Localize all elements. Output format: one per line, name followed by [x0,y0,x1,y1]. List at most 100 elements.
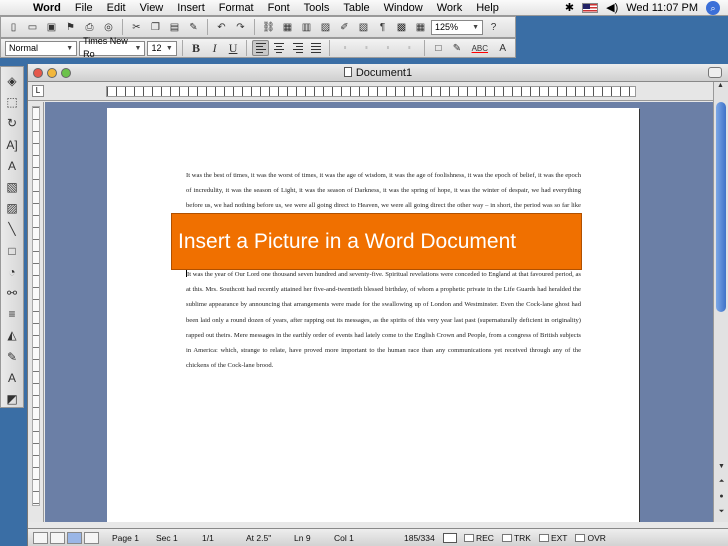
text-box-icon[interactable]: A] [3,137,21,153]
menu-table[interactable]: Table [336,2,376,14]
fill-color-icon[interactable]: ◭ [3,327,21,343]
toolbar-toggle-icon[interactable] [708,67,722,78]
bullets-icon[interactable]: ≡ [357,40,376,56]
scroll-thumb[interactable] [716,102,726,312]
clip-art-icon[interactable]: ▧ [3,179,21,195]
menu-edit[interactable]: Edit [100,2,133,14]
save-icon[interactable]: ▣ [43,19,60,35]
connector-icon[interactable]: ⚯ [3,285,21,301]
scroll-controls: ▼ ⏶ ● ⏷ [715,463,728,520]
menu-view[interactable]: View [133,2,171,14]
window-titlebar[interactable]: Document1 [28,64,728,82]
font-color-tool-icon[interactable]: A [3,370,21,386]
align-left-icon[interactable] [252,40,269,56]
align-right-icon[interactable] [289,40,306,56]
menu-work[interactable]: Work [430,2,469,14]
status-col: Col 1 [334,532,354,543]
gallery-icon[interactable]: ▦ [412,19,429,35]
paragraph-2[interactable]: It was the year of Our Lord one thousand… [186,267,581,373]
next-page-icon[interactable]: ⏷ [715,508,728,520]
picture-icon[interactable]: ▨ [3,200,21,216]
decrease-indent-icon[interactable]: ≡ [378,40,397,56]
bold-button[interactable]: B [188,40,205,56]
numbering-icon[interactable]: ≡ [335,40,354,56]
justify-icon[interactable] [308,40,325,56]
clock[interactable]: Wed 11:07 PM [626,2,698,14]
highlight-icon[interactable]: ✎ [449,40,466,56]
paste-icon[interactable]: ▤ [166,19,183,35]
font-size-select[interactable]: 12 ▼ [147,40,177,56]
redo-icon[interactable]: ↷ [232,19,249,35]
menu-word[interactable]: Word [26,2,68,14]
menu-font[interactable]: Font [261,2,297,14]
horizontal-ruler[interactable] [106,86,636,97]
menu-help[interactable]: Help [469,2,506,14]
spelling-status-icon[interactable] [443,532,457,543]
page-layout-icon[interactable] [67,531,82,544]
tables-borders-icon[interactable]: ▦ [279,19,296,35]
browse-object-icon[interactable]: ● [715,493,728,505]
normal-view-icon[interactable] [33,531,48,544]
borders-icon[interactable]: □ [430,40,447,56]
scroll-down-icon[interactable]: ▼ [715,463,728,475]
font-color-icon[interactable]: A [494,40,511,56]
bluetooth-icon[interactable]: ✱ [565,1,574,14]
zoom-select[interactable]: 125% ▼ [431,19,483,35]
print-preview-icon[interactable]: ◎ [100,19,117,35]
paint-bucket-icon[interactable]: ◈ [3,73,21,89]
italic-button[interactable]: I [206,40,223,56]
underline-button[interactable]: U [225,40,242,56]
document-map-icon[interactable]: ▧ [355,19,372,35]
menu-insert[interactable]: Insert [170,2,212,14]
new-document-icon[interactable]: ▯ [5,19,22,35]
autoshapes-icon[interactable]: ◔ [3,264,21,280]
rec-mode[interactable]: REC [460,533,498,543]
spelling-icon[interactable]: ABC [467,40,492,56]
toolbox-icon[interactable]: ▩ [393,19,410,35]
insert-table-icon[interactable]: ▥ [298,19,315,35]
previous-page-icon[interactable]: ⏶ [715,478,728,490]
tab-selector-icon[interactable]: L [32,85,44,97]
online-layout-icon[interactable] [50,531,65,544]
trk-mode[interactable]: TRK [498,533,535,543]
rectangle-icon[interactable]: □ [3,243,21,259]
menu-tools[interactable]: Tools [297,2,337,14]
copy-icon[interactable]: ❐ [147,19,164,35]
paragraph-1[interactable]: It was the best of times, it was the wor… [186,168,581,213]
menu-format[interactable]: Format [212,2,261,14]
menu-window[interactable]: Window [377,2,430,14]
help-icon[interactable]: ? [485,19,502,35]
volume-icon[interactable]: ◀) [606,1,618,14]
scroll-up-icon[interactable]: ▲ [714,82,727,94]
columns-icon[interactable]: ▨ [317,19,334,35]
vertical-ruler[interactable] [32,106,40,506]
shadow-icon[interactable]: ◩ [3,391,21,407]
select-objects-icon[interactable]: ⬚ [3,94,21,110]
align-center-icon[interactable] [271,40,288,56]
menu-file[interactable]: File [68,2,100,14]
spotlight-icon[interactable]: ⌕ [706,0,720,15]
vertical-scrollbar[interactable]: ▲ ▼ ⏶ ● ⏷ [713,82,728,522]
font-select[interactable]: Times New Ro ▼ [79,36,146,59]
increase-indent-icon[interactable]: ≡ [400,40,419,56]
document-page[interactable]: It was the best of times, it was the wor… [107,108,639,522]
input-menu-flag-icon[interactable] [582,2,599,13]
ext-mode[interactable]: EXT [535,533,572,543]
undo-icon[interactable]: ↶ [213,19,230,35]
print-icon[interactable]: ⎙ [81,19,98,35]
format-painter-icon[interactable]: ✎ [185,19,202,35]
show-formatting-icon[interactable]: ¶ [374,19,391,35]
outline-view-icon[interactable] [84,531,99,544]
line-icon[interactable]: ╲ [3,221,21,237]
line-color-icon[interactable]: ✎ [3,348,21,364]
open-folder-icon[interactable]: ▭ [24,19,41,35]
wordart-icon[interactable]: A [3,158,21,174]
drawing-icon[interactable]: ✐ [336,19,353,35]
ovr-mode[interactable]: OVR [571,533,609,543]
hyperlink-icon[interactable]: ⛓ [260,19,277,35]
rotate-icon[interactable]: ↻ [3,115,21,131]
cut-icon[interactable]: ✂ [128,19,145,35]
line-style-icon[interactable]: ≡ [3,306,21,322]
flag-icon[interactable]: ⚑ [62,19,79,35]
style-select[interactable]: Normal ▼ [5,40,78,56]
